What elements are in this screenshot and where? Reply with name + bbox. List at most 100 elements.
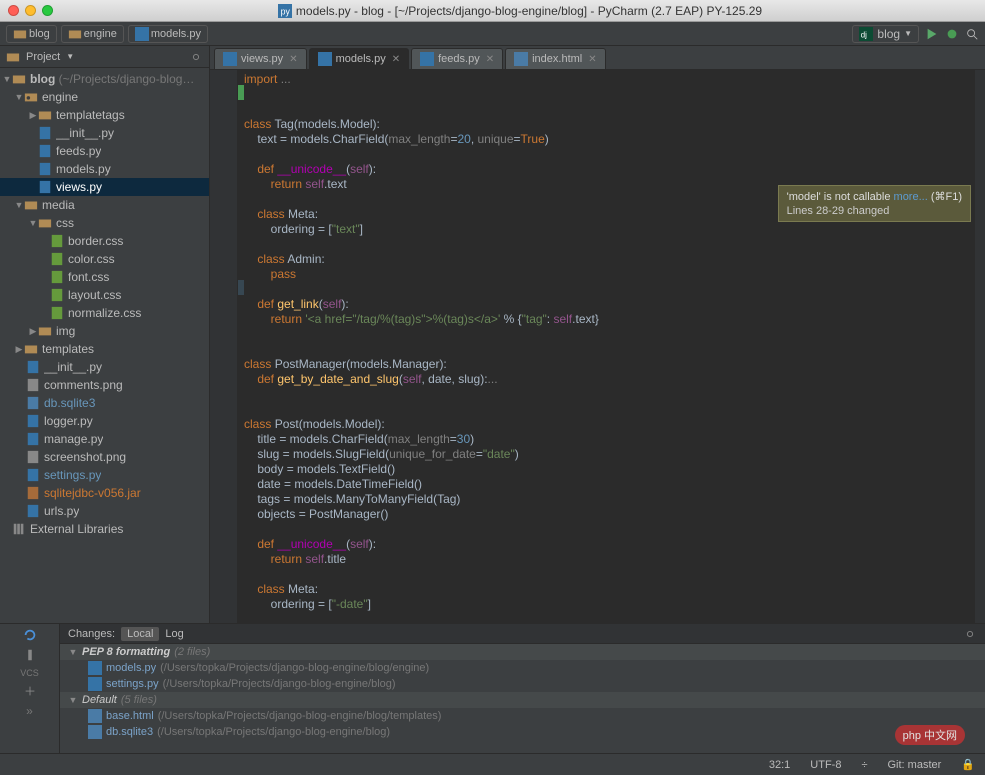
folder-icon [24, 198, 38, 212]
tree-file[interactable]: comments.png [0, 376, 209, 394]
gutter[interactable] [210, 70, 238, 623]
zoom-window-icon[interactable] [42, 5, 53, 16]
inspection-tooltip[interactable]: 'model' is not callable more... (⌘F1) Li… [778, 185, 971, 222]
editor-tab[interactable]: views.py✕ [214, 48, 307, 69]
run-icon[interactable] [925, 27, 939, 41]
python-file-icon [26, 468, 40, 482]
gear-icon[interactable] [189, 50, 203, 64]
watermark: php 中文网 [895, 725, 965, 745]
editor-tab-active[interactable]: models.py✕ [309, 48, 410, 69]
folder-icon [38, 216, 52, 230]
changelist-header[interactable]: ▼Default (5 files) [60, 692, 985, 708]
editor-tab[interactable]: feeds.py✕ [411, 48, 503, 69]
project-header[interactable]: Project ▼ [0, 46, 209, 68]
error-stripe[interactable] [975, 70, 985, 623]
debug-icon[interactable] [945, 27, 959, 41]
tree-file[interactable]: layout.css [0, 286, 209, 304]
tree-file[interactable]: settings.py [0, 466, 209, 484]
css-file-icon [50, 306, 64, 320]
tree-folder[interactable]: ▶templates [0, 340, 209, 358]
code-editor[interactable]: import ... class Tag(models.Model): text… [210, 70, 985, 623]
tree-file[interactable]: models.py [0, 160, 209, 178]
close-tab-icon[interactable]: ✕ [289, 54, 297, 65]
tree-folder[interactable]: ▶templatetags [0, 106, 209, 124]
gear-icon[interactable] [963, 627, 977, 641]
tree-file[interactable]: __init__.py [0, 124, 209, 142]
refresh-icon[interactable] [23, 628, 37, 642]
tree-external-libs[interactable]: External Libraries [0, 520, 209, 538]
css-file-icon [50, 288, 64, 302]
changes-tab-log[interactable]: Log [165, 628, 183, 640]
folder-icon [68, 27, 82, 41]
minimize-window-icon[interactable] [25, 5, 36, 16]
changes-toolbar: VCS » [0, 624, 60, 753]
tree-file[interactable]: normalize.css [0, 304, 209, 322]
python-file-icon [223, 52, 237, 66]
tree-folder[interactable]: ▼css [0, 214, 209, 232]
tree-folder[interactable]: ▼media [0, 196, 209, 214]
html-file-icon [514, 52, 528, 66]
close-tab-icon[interactable]: ✕ [588, 54, 596, 65]
package-icon [24, 90, 38, 104]
folder-icon [12, 72, 26, 86]
db-file-icon [26, 396, 40, 410]
folder-icon [38, 324, 52, 338]
tree-file[interactable]: color.css [0, 250, 209, 268]
tree-folder[interactable]: ▼engine [0, 88, 209, 106]
changelist-header[interactable]: ▼PEP 8 formatting (2 files) [60, 644, 985, 660]
close-window-icon[interactable] [8, 5, 19, 16]
lock-icon[interactable]: 🔒 [961, 758, 975, 771]
tree-root[interactable]: ▼blog (~/Projects/django-blog… [0, 70, 209, 88]
close-tab-icon[interactable]: ✕ [486, 54, 494, 65]
changed-file[interactable]: models.py (/Users/topka/Projects/django-… [60, 660, 985, 676]
svg-text:dj: dj [861, 30, 867, 39]
django-icon: dj [859, 27, 873, 41]
editor-area: views.py✕ models.py✕ feeds.py✕ index.htm… [210, 46, 985, 623]
tree-file[interactable]: screenshot.png [0, 448, 209, 466]
rollback-icon[interactable] [23, 684, 37, 698]
titlebar: py models.py - blog - [~/Projects/django… [0, 0, 985, 22]
run-config-selector[interactable]: dj blog ▼ [852, 25, 919, 43]
breadcrumb-file[interactable]: models.py [128, 25, 208, 43]
more-link[interactable]: more... [894, 191, 928, 203]
library-icon [12, 522, 26, 536]
changes-tool-window: VCS » Changes: Local Log ▼PEP 8 formatti… [0, 623, 985, 753]
changed-file[interactable]: settings.py (/Users/topka/Projects/djang… [60, 676, 985, 692]
tree-file[interactable]: urls.py [0, 502, 209, 520]
editor-tab[interactable]: index.html✕ [505, 48, 606, 69]
html-file-icon [88, 709, 102, 723]
python-file-icon [26, 432, 40, 446]
file-encoding[interactable]: UTF-8 [810, 759, 841, 771]
git-branch[interactable]: Git: master [888, 759, 942, 771]
search-icon[interactable] [965, 27, 979, 41]
changed-file[interactable]: db.sqlite3 (/Users/topka/Projects/django… [60, 724, 985, 740]
svg-text:py: py [281, 6, 291, 16]
tree-file[interactable]: db.sqlite3 [0, 394, 209, 412]
tree-file[interactable]: font.css [0, 268, 209, 286]
tree-file[interactable]: manage.py [0, 430, 209, 448]
breadcrumb-project[interactable]: blog [6, 25, 57, 43]
db-file-icon [88, 725, 102, 739]
python-file-icon [26, 414, 40, 428]
python-file-icon [88, 677, 102, 691]
changes-tab-local[interactable]: Local [121, 627, 159, 641]
editor-tabs: views.py✕ models.py✕ feeds.py✕ index.htm… [210, 46, 985, 70]
tree-file[interactable]: logger.py [0, 412, 209, 430]
tree-file-selected[interactable]: views.py [0, 178, 209, 196]
commit-icon[interactable] [23, 648, 37, 662]
python-file-icon [26, 360, 40, 374]
tree-file[interactable]: border.css [0, 232, 209, 250]
tree-file[interactable]: __init__.py [0, 358, 209, 376]
python-file-icon [135, 27, 149, 41]
changed-file[interactable]: base.html (/Users/topka/Projects/django-… [60, 708, 985, 724]
caret-position[interactable]: 32:1 [769, 759, 790, 771]
project-tree[interactable]: ▼blog (~/Projects/django-blog… ▼engine ▶… [0, 68, 209, 623]
folder-icon [24, 342, 38, 356]
close-tab-icon[interactable]: ✕ [392, 54, 400, 65]
css-file-icon [50, 252, 64, 266]
breadcrumb-folder[interactable]: engine [61, 25, 124, 43]
tree-folder[interactable]: ▶img [0, 322, 209, 340]
line-separator[interactable]: ÷ [861, 759, 867, 771]
tree-file[interactable]: feeds.py [0, 142, 209, 160]
tree-file[interactable]: sqlitejdbc-v056.jar [0, 484, 209, 502]
